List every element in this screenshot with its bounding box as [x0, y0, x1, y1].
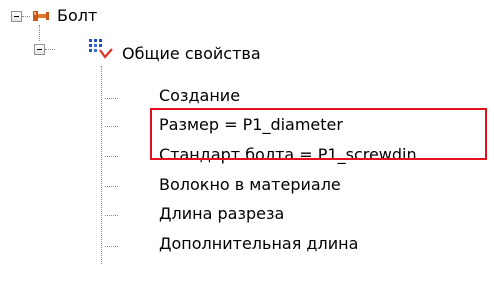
- tree-item-label[interactable]: Создание: [159, 86, 240, 106]
- tree-item-label[interactable]: Дополнительная длина: [159, 234, 358, 254]
- tree-item-label[interactable]: Волокно в материале: [159, 175, 341, 195]
- root-collapse-toggle[interactable]: [11, 11, 22, 22]
- tree-group-label[interactable]: Общие свойства: [122, 44, 261, 64]
- group-collapse-toggle[interactable]: [34, 44, 45, 55]
- bolt-node-icon: [33, 11, 49, 21]
- tree-root-label[interactable]: Болт: [57, 6, 97, 26]
- tree-item-label[interactable]: Длина разреза: [159, 204, 284, 224]
- highlight-frame: [150, 108, 487, 160]
- general-properties-icon: [89, 39, 113, 59]
- property-tree: Болт Общие свойства Создание Размер = P1…: [0, 0, 494, 290]
